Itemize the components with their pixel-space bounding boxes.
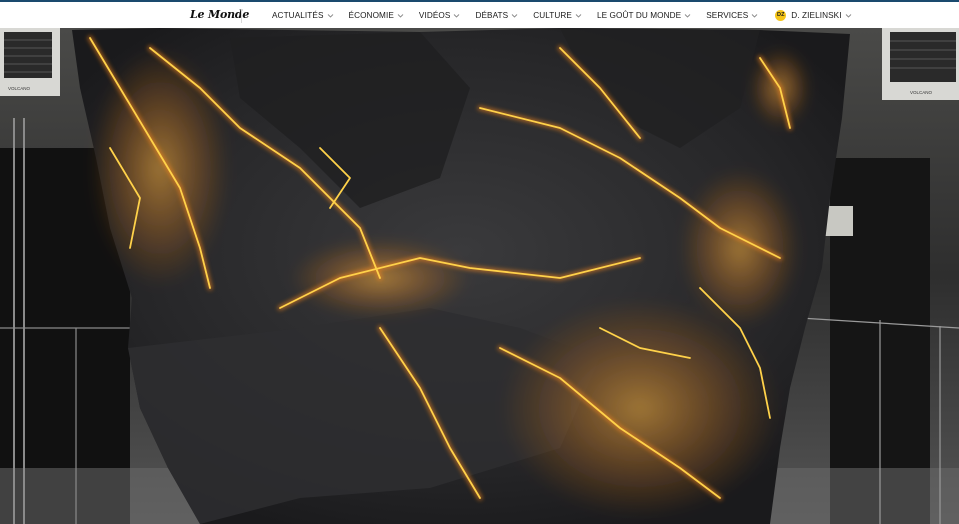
nav-item-label: SERVICES — [706, 10, 749, 20]
chevron-down-icon — [845, 12, 852, 19]
vent-sign-left: VOLCANO — [8, 86, 31, 91]
nav-item-label: ÉCONOMIE — [348, 10, 394, 20]
user-name: D. Zielinski — [791, 10, 842, 20]
left-vent-box: VOLCANO — [0, 28, 60, 96]
nav-item-label: ACTUALITÉS — [272, 10, 324, 20]
chevron-down-icon — [453, 12, 460, 19]
wall-panel — [825, 206, 853, 236]
nav-item-culture[interactable]: CULTURE — [533, 2, 582, 28]
right-vent-box: VOLCANO — [882, 28, 959, 100]
top-navigation-bar: Le Monde ACTUALITÉS ÉCONOMIE VIDÉOS DÉBA… — [0, 0, 959, 28]
hero-image: VOLCANO VOLCANO — [0, 28, 959, 524]
nav-item-label: DÉBATS — [475, 10, 509, 20]
nav-item-services[interactable]: SERVICES — [706, 2, 758, 28]
nav-item-label: VIDÉOS — [418, 10, 451, 20]
nav-item-actualites[interactable]: ACTUALITÉS — [272, 2, 334, 28]
chevron-down-icon — [511, 12, 518, 19]
vent-sign-right: VOLCANO — [910, 90, 933, 95]
nav-item-le-gout-du-monde[interactable]: LE GOÛT DU MONDE — [597, 2, 691, 28]
nav-item-label: CULTURE — [533, 10, 572, 20]
chevron-down-icon — [751, 12, 758, 19]
chevron-down-icon — [684, 12, 691, 19]
main-nav: ACTUALITÉS ÉCONOMIE VIDÉOS DÉBATS CULTUR… — [272, 2, 867, 28]
chevron-down-icon — [397, 12, 404, 19]
nav-item-economie[interactable]: ÉCONOMIE — [349, 2, 404, 28]
nav-item-videos[interactable]: VIDÉOS — [419, 2, 461, 28]
nav-item-debats[interactable]: DÉBATS — [475, 2, 518, 28]
chevron-down-icon — [327, 12, 334, 19]
user-menu[interactable]: DZ D. Zielinski — [775, 2, 851, 28]
nav-item-label: LE GOÛT DU MONDE — [596, 10, 682, 20]
chevron-down-icon — [575, 12, 582, 19]
avatar: DZ — [775, 9, 787, 21]
logo-divider — [241, 9, 242, 23]
volcanic-rock-installation: VOLCANO VOLCANO — [0, 28, 959, 524]
